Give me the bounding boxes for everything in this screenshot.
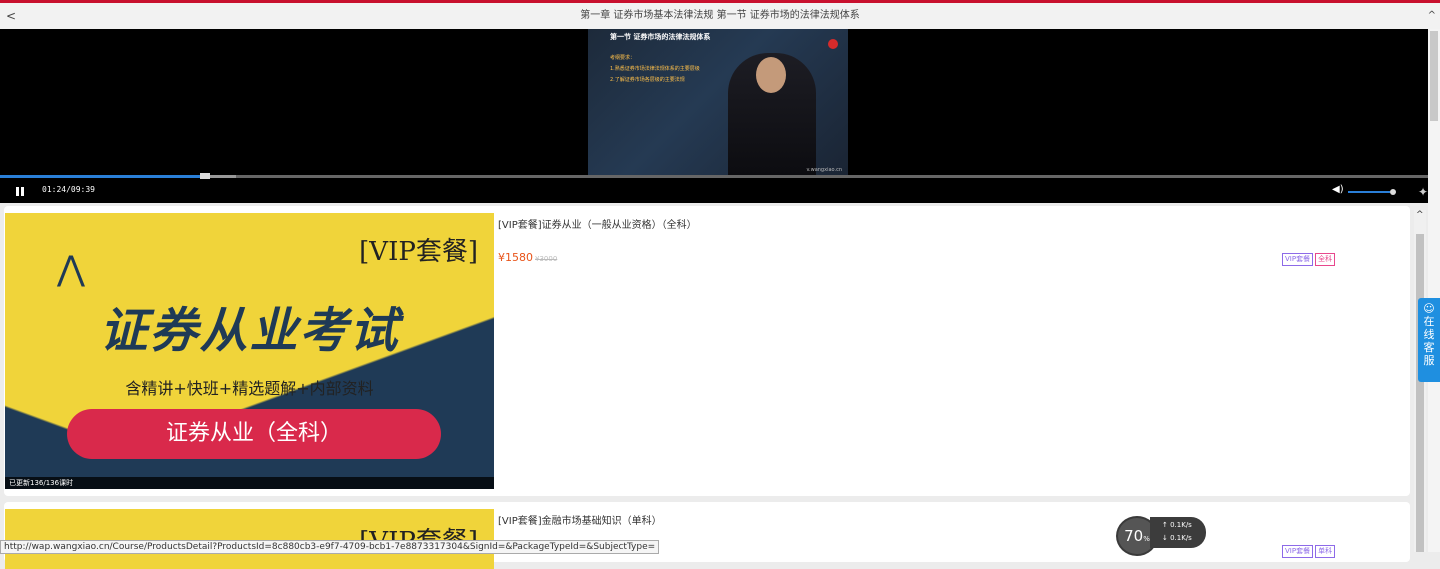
course-image[interactable]: [VIP套餐] — [5, 509, 494, 569]
tag-badge: 全科 — [1315, 253, 1336, 266]
scrollbar-thumb[interactable] — [1430, 31, 1438, 121]
update-status: 已更新136/136课时 — [5, 477, 494, 489]
speed-unit: % — [1143, 535, 1150, 543]
original-price: ¥3000 — [535, 255, 558, 263]
speed-percent: 70 — [1124, 527, 1144, 545]
course-tags: VIP套餐 全科 — [1282, 250, 1337, 266]
gear-icon[interactable]: ✦ — [1418, 185, 1428, 199]
pause-icon — [21, 187, 24, 196]
collapse-icon[interactable]: ^ — [1428, 3, 1436, 29]
image-pill: 证券从业（全科） — [67, 409, 441, 459]
online-service-button[interactable]: ☺ 在线客服 — [1418, 298, 1440, 382]
image-headline: 证券从业考试 — [99, 303, 400, 359]
download-speed: ↓ 0.1K/s — [1162, 534, 1192, 542]
back-button[interactable]: < — [6, 3, 16, 29]
volume-icon[interactable]: ◀) — [1332, 184, 1344, 195]
network-speed: ↑ 0.1K/s ↓ 0.1K/s — [1150, 517, 1206, 548]
star-icon: ⋀ — [57, 249, 85, 289]
slide-line: 考纲要求： — [610, 55, 636, 61]
tag-badge: VIP套餐 — [1282, 253, 1314, 266]
image-vip-label: [VIP套餐] — [359, 237, 478, 267]
progress-handle[interactable] — [199, 173, 210, 179]
course-card[interactable]: [VIP套餐] ⋀ 证券从业考试 含精讲+快班+精选题解+内部资料 证券从业（全… — [4, 206, 1410, 496]
chevron-up-icon[interactable]: ^ — [1416, 210, 1424, 220]
progress-bar[interactable] — [0, 173, 1428, 179]
video-player[interactable]: 第一节 证券市场的法律法规体系 考纲要求： 1.熟悉证券市场法律法规体系的主要层… — [0, 29, 1428, 203]
course-title[interactable]: [VIP套餐]证券从业（一般从业资格）（全科） — [498, 216, 697, 231]
upload-unit: K/s — [1181, 521, 1192, 529]
download-value: 0.1 — [1170, 534, 1182, 542]
logo-icon — [828, 39, 838, 49]
volume-slider[interactable] — [1348, 191, 1390, 193]
page-scrollbar[interactable] — [1428, 29, 1440, 552]
pause-button[interactable] — [14, 185, 26, 197]
download-unit: K/s — [1181, 534, 1192, 542]
slide-line: 1.熟悉证券市场法律法规体系的主要层级 — [610, 66, 700, 72]
slide-line: 2.了解证券市场各层级的主要法规 — [610, 77, 685, 83]
slide-title: 第一节 证券市场的法律法规体系 — [610, 33, 711, 41]
lecturer-head — [756, 57, 786, 93]
online-service-label: 在线客服 — [1423, 315, 1435, 367]
image-subtitle: 含精讲+快班+精选题解+内部资料 — [125, 379, 374, 398]
scrollbar-thumb[interactable] — [1416, 234, 1424, 552]
slide-lines: 考纲要求： 1.熟悉证券市场法律法规体系的主要层级 2.了解证券市场各层级的主要… — [610, 53, 700, 86]
chat-icon: ☺ — [1423, 302, 1435, 315]
course-image[interactable]: [VIP套餐] ⋀ 证券从业考试 含精讲+快班+精选题解+内部资料 证券从业（全… — [5, 213, 494, 489]
time-display: 01:24/09:39 — [42, 185, 95, 194]
upload-speed: ↑ 0.1K/s — [1162, 521, 1192, 529]
course-title[interactable]: [VIP套餐]金融市场基础知识（单科） — [498, 512, 662, 527]
course-price: ¥1580 ¥3000 — [498, 251, 557, 264]
page-title: 第一章 证券市场基本法律法规 第一节 证券市场的法律法规体系 — [580, 10, 860, 21]
progress-fill — [0, 175, 200, 178]
header-bar: < 第一章 证券市场基本法律法规 第一节 证券市场的法律法规体系 ^ — [0, 3, 1440, 30]
pause-icon — [16, 187, 19, 196]
video-frame: 第一节 证券市场的法律法规体系 考纲要求： 1.熟悉证券市场法律法规体系的主要层… — [588, 29, 848, 177]
course-tags: VIP套餐 单科 — [1282, 542, 1337, 558]
volume-handle[interactable] — [1390, 189, 1396, 195]
price-value: ¥1580 — [498, 251, 533, 264]
upload-value: 0.1 — [1170, 521, 1182, 529]
video-watermark: v.wangxiao.cn — [806, 167, 842, 173]
